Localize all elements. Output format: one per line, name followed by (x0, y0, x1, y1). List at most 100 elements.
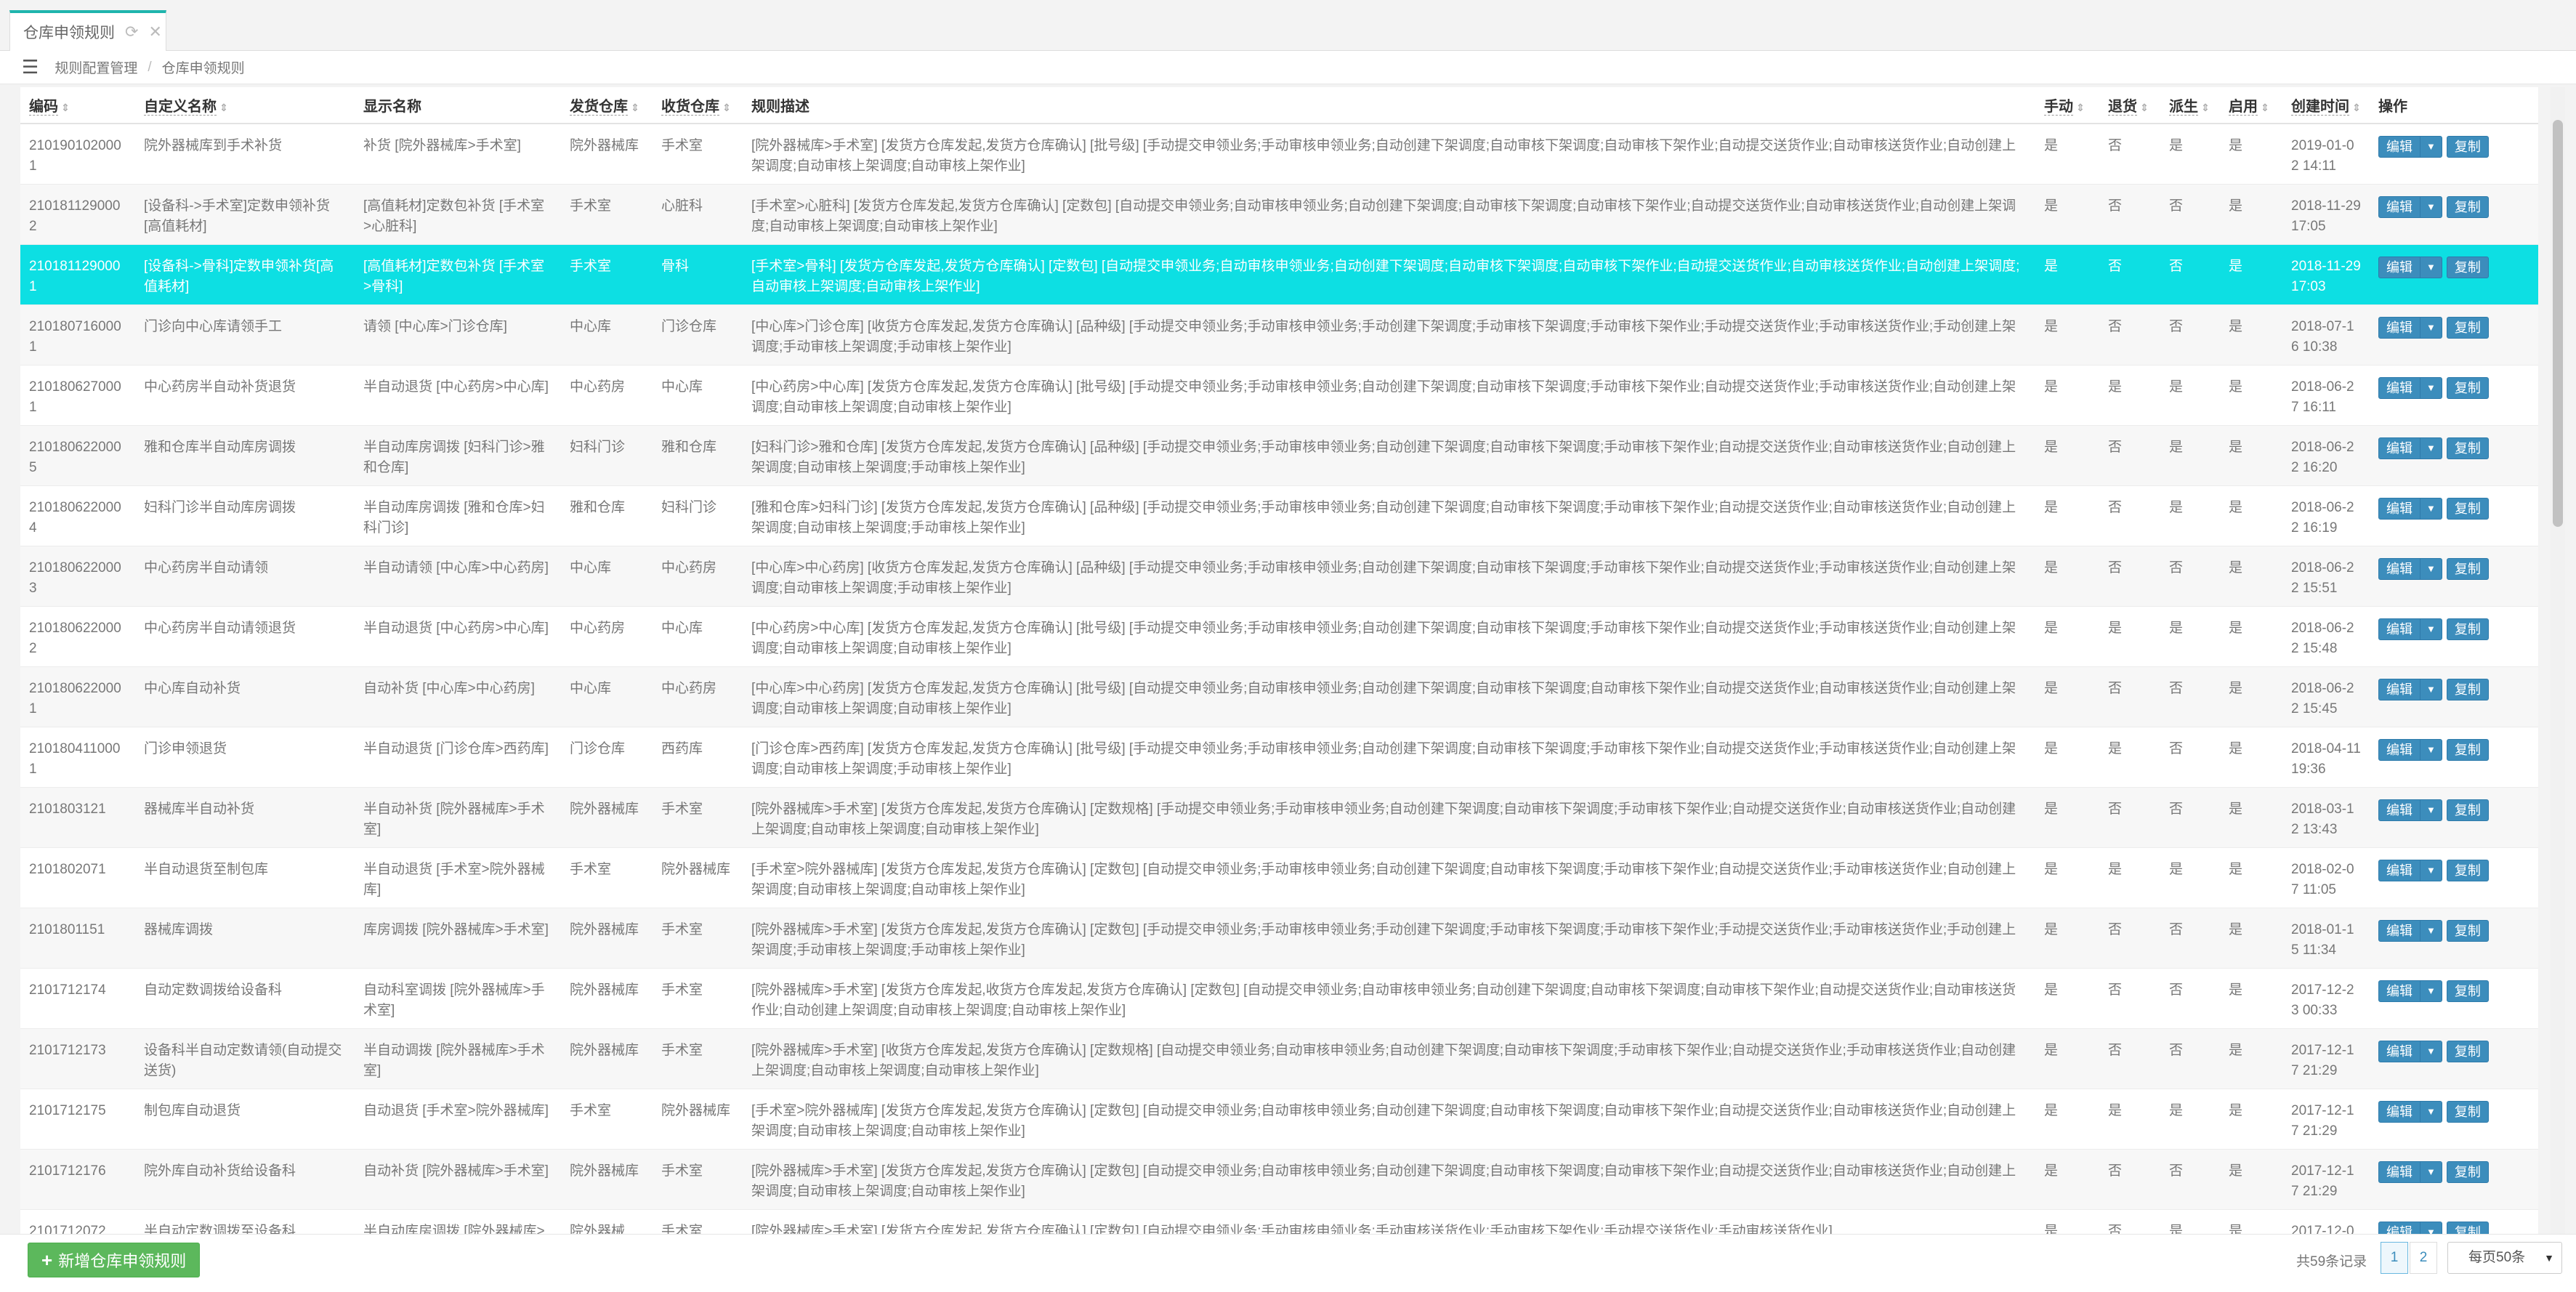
cell-name: 中心库自动补货 (135, 666, 355, 727)
caret-down-icon[interactable]: ▼ (2420, 196, 2442, 217)
edit-button[interactable]: 编辑 ▼ (2378, 618, 2442, 640)
col-manual[interactable]: 手动 ⇕ (2035, 87, 2099, 124)
table-row[interactable]: 210180716000 1 门诊向中心库请领手工 请领 [中心库>门诊仓库] 中心库… (20, 304, 2538, 366)
copy-button[interactable]: 复制 (2446, 1040, 2489, 1062)
cell-actions: 编辑 ▼ 复制 (2370, 304, 2538, 366)
table-row[interactable]: 2101803121 器械库半自动补货 半自动补货 [院外器械库>手术室] 院外器械库… (20, 787, 2538, 848)
copy-button[interactable]: 复制 (2446, 256, 2489, 278)
table-row[interactable]: 210181129000 2 [设备科->手术室]定数申领补货[高值耗材] [高值耗… (20, 184, 2538, 245)
col-created[interactable]: 创建时间 ⇕ (2282, 87, 2370, 124)
cell-derive: 否 (2160, 546, 2220, 607)
table-row[interactable]: 2101802071 半自动退货至制包库 半自动退货 [手术室>院外器械库] 手术室院… (20, 847, 2538, 908)
col-return[interactable]: 退货 ⇕ (2099, 87, 2160, 124)
caret-down-icon[interactable]: ▼ (2420, 377, 2442, 398)
page-2-button[interactable]: 2 (2410, 1242, 2437, 1274)
col-name[interactable]: 自定义名称 ⇕ (135, 87, 355, 124)
caret-down-icon[interactable]: ▼ (2420, 317, 2442, 338)
table-row[interactable]: 210180622000 5 雅和仓库半自动库房调拨 半自动库房调拨 [妇科门诊>雅… (20, 425, 2538, 486)
edit-button[interactable]: 编辑 ▼ (2378, 376, 2442, 399)
edit-button[interactable]: 编辑 ▼ (2378, 980, 2442, 1002)
edit-button[interactable]: 编辑 ▼ (2378, 1160, 2442, 1183)
edit-button[interactable]: 编辑 ▼ (2378, 497, 2442, 520)
copy-button[interactable]: 复制 (2446, 980, 2489, 1002)
table-row[interactable]: 2101712072 半自动定数调拨至设备科 半自动库房调拨 [院外器械库> 院外器械… (20, 1209, 2538, 1234)
copy-button[interactable]: 复制 (2446, 497, 2489, 520)
table-row[interactable]: 2101712176 院外库自动补货给设备科 自动补货 [院外器械库>手术室] 院外器… (20, 1149, 2538, 1210)
table-row[interactable]: 2101712174 自动定数调拨给设备科 自动科室调拨 [院外器械库>手术室] 院外… (20, 968, 2538, 1029)
page-size-select[interactable]: 每页50条 ▼ (2447, 1242, 2562, 1274)
breadcrumb-item-rules[interactable]: 规则配置管理 (54, 57, 137, 77)
table-row[interactable]: 210190102000 1 院外器械库到手术补货 补货 [院外器械库>手术室] 院外… (20, 124, 2538, 185)
edit-button[interactable]: 编辑 ▼ (2378, 799, 2442, 821)
edit-button[interactable]: 编辑 ▼ (2378, 859, 2442, 881)
col-derive[interactable]: 派生 ⇕ (2160, 87, 2220, 124)
copy-button[interactable]: 复制 (2446, 316, 2489, 339)
caret-down-icon[interactable]: ▼ (2420, 137, 2442, 157)
caret-down-icon[interactable]: ▼ (2420, 437, 2442, 459)
edit-button[interactable]: 编辑 ▼ (2378, 919, 2442, 942)
caret-down-icon[interactable]: ▼ (2420, 1222, 2442, 1234)
copy-button[interactable]: 复制 (2446, 1160, 2489, 1183)
add-rule-button[interactable]: + 新增仓库申领规则 (28, 1243, 201, 1277)
cell-display: 自动科室调拨 [院外器械库>手术室] (355, 968, 561, 1029)
table-row[interactable]: 2101801151 器械库调拨 库房调拨 [院外器械库>手术室] 院外器械库 手术室[… (20, 908, 2538, 969)
table-row[interactable]: 210180622000 3 中心药房半自动请领 半自动请领 [中心库>中心药房] 中… (20, 546, 2538, 607)
copy-button[interactable]: 复制 (2446, 919, 2489, 942)
edit-button[interactable]: 编辑 ▼ (2378, 136, 2442, 158)
edit-button[interactable]: 编辑 ▼ (2378, 1040, 2442, 1062)
caret-down-icon[interactable]: ▼ (2420, 980, 2442, 1001)
caret-down-icon[interactable]: ▼ (2420, 799, 2442, 820)
copy-button[interactable]: 复制 (2446, 1100, 2489, 1123)
col-to[interactable]: 收货仓库 ⇕ (653, 87, 743, 124)
caret-down-icon[interactable]: ▼ (2420, 498, 2442, 519)
table-row[interactable]: 210180622000 4 妇科门诊半自动库房调拨 半自动库房调拨 [雅和仓库>妇… (20, 485, 2538, 546)
table-row[interactable]: 210180622000 2 中心药房半自动请领退货 半自动退货 [中心药房>中心库… (20, 606, 2538, 667)
col-code[interactable]: 编码 ⇕ (20, 87, 135, 124)
caret-down-icon[interactable]: ▼ (2420, 257, 2442, 278)
tab-warehouse-rules[interactable]: 仓库申领规则 ⟳ ✕ (9, 10, 166, 51)
edit-button[interactable]: 编辑 ▼ (2378, 557, 2442, 580)
edit-button[interactable]: 编辑 ▼ (2378, 437, 2442, 459)
caret-down-icon[interactable]: ▼ (2420, 679, 2442, 700)
cell-name: 院外器械库到手术补货 (135, 124, 355, 185)
edit-button[interactable]: 编辑 ▼ (2378, 738, 2442, 761)
copy-button[interactable]: 复制 (2446, 136, 2489, 158)
copy-button[interactable]: 复制 (2446, 859, 2489, 881)
edit-button[interactable]: 编辑 ▼ (2378, 316, 2442, 339)
copy-button[interactable]: 复制 (2446, 618, 2489, 640)
caret-down-icon[interactable]: ▼ (2420, 860, 2442, 881)
copy-button[interactable]: 复制 (2446, 738, 2489, 761)
table-row[interactable]: 210181129000 1 [设备科->骨科]定数申领补货[高值耗材] [高值耗材… (20, 244, 2538, 305)
copy-button[interactable]: 复制 (2446, 799, 2489, 821)
cell-manual: 是 (2035, 546, 2099, 607)
copy-button[interactable]: 复制 (2446, 1221, 2489, 1234)
table-row[interactable]: 2101712175 制包库自动退货 自动退货 [手术室>院外器械库] 手术室 院外器械… (20, 1089, 2538, 1150)
edit-button[interactable]: 编辑 ▼ (2378, 1221, 2442, 1234)
caret-down-icon[interactable]: ▼ (2420, 558, 2442, 579)
table-row[interactable]: 2101712173 设备科半自动定数请领(自动提交送货) 半自动调拨 [院外器械库… (20, 1028, 2538, 1089)
refresh-icon[interactable]: ⟳ (125, 23, 138, 41)
table-row[interactable]: 210180627000 1 中心药房半自动补货退货 半自动退货 [中心药房>中心库… (20, 365, 2538, 426)
copy-button[interactable]: 复制 (2446, 557, 2489, 580)
edit-button[interactable]: 编辑 ▼ (2378, 256, 2442, 278)
copy-button[interactable]: 复制 (2446, 437, 2489, 459)
col-from[interactable]: 发货仓库 ⇕ (561, 87, 653, 124)
caret-down-icon[interactable]: ▼ (2420, 1101, 2442, 1122)
copy-button[interactable]: 复制 (2446, 195, 2489, 218)
copy-button[interactable]: 复制 (2446, 678, 2489, 700)
edit-button[interactable]: 编辑 ▼ (2378, 195, 2442, 218)
table-row[interactable]: 210180411000 1 门诊申领退货 半自动退货 [门诊仓库>西药库] 门诊仓库… (20, 727, 2538, 788)
close-icon[interactable]: ✕ (148, 23, 161, 41)
page-1-button[interactable]: 1 (2381, 1242, 2408, 1274)
caret-down-icon[interactable]: ▼ (2420, 618, 2442, 639)
copy-button[interactable]: 复制 (2446, 376, 2489, 399)
edit-button[interactable]: 编辑 ▼ (2378, 1100, 2442, 1123)
col-enable[interactable]: 启用 ⇕ (2220, 87, 2282, 124)
scrollbar-thumb[interactable] (2553, 120, 2563, 527)
edit-button[interactable]: 编辑 ▼ (2378, 678, 2442, 700)
table-row[interactable]: 210180622000 1 中心库自动补货 自动补货 [中心库>中心药房] 中心库中… (20, 666, 2538, 727)
caret-down-icon[interactable]: ▼ (2420, 920, 2442, 941)
caret-down-icon[interactable]: ▼ (2420, 1041, 2442, 1062)
caret-down-icon[interactable]: ▼ (2420, 739, 2442, 760)
caret-down-icon[interactable]: ▼ (2420, 1161, 2442, 1182)
